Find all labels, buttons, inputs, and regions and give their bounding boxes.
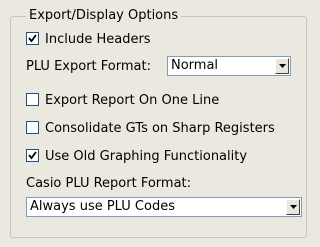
casio-plu-format-value: Always use PLU Codes bbox=[30, 199, 175, 214]
consolidate-gts-checkbox-box[interactable] bbox=[26, 121, 39, 134]
include-headers-checkbox-box[interactable] bbox=[26, 32, 39, 45]
casio-plu-format-select[interactable]: Always use PLU Codes bbox=[26, 197, 302, 217]
export-one-line-label: Export Report On One Line bbox=[45, 93, 220, 108]
consolidate-gts-checkbox[interactable]: Consolidate GTs on Sharp Registers bbox=[26, 120, 275, 137]
old-graphing-label: Use Old Graphing Functionality bbox=[45, 149, 248, 164]
export-one-line-checkbox-box[interactable] bbox=[26, 93, 39, 106]
casio-plu-format-label: Casio PLU Report Format: bbox=[26, 176, 192, 191]
export-one-line-checkbox[interactable]: Export Report On One Line bbox=[26, 92, 219, 109]
old-graphing-checkbox-box[interactable] bbox=[26, 149, 39, 162]
plu-export-format-label: PLU Export Format: bbox=[26, 59, 151, 74]
old-graphing-checkbox[interactable]: Use Old Graphing Functionality bbox=[26, 148, 247, 165]
plu-export-format-dropdown-button[interactable] bbox=[275, 58, 289, 74]
include-headers-checkbox[interactable]: Include Headers bbox=[26, 31, 151, 48]
plu-export-format-select[interactable]: Normal bbox=[167, 56, 291, 76]
chevron-down-icon bbox=[279, 64, 286, 68]
checkmark-icon bbox=[28, 151, 37, 160]
export-display-options-panel: Export/Display Options Include Headers P… bbox=[0, 0, 315, 247]
chevron-down-icon bbox=[290, 205, 297, 209]
plu-export-format-value: Normal bbox=[171, 58, 219, 73]
checkmark-icon bbox=[28, 34, 37, 43]
consolidate-gts-label: Consolidate GTs on Sharp Registers bbox=[45, 121, 275, 136]
casio-plu-format-dropdown-button[interactable] bbox=[286, 199, 300, 215]
group-title: Export/Display Options bbox=[26, 7, 182, 24]
include-headers-label: Include Headers bbox=[45, 32, 151, 47]
